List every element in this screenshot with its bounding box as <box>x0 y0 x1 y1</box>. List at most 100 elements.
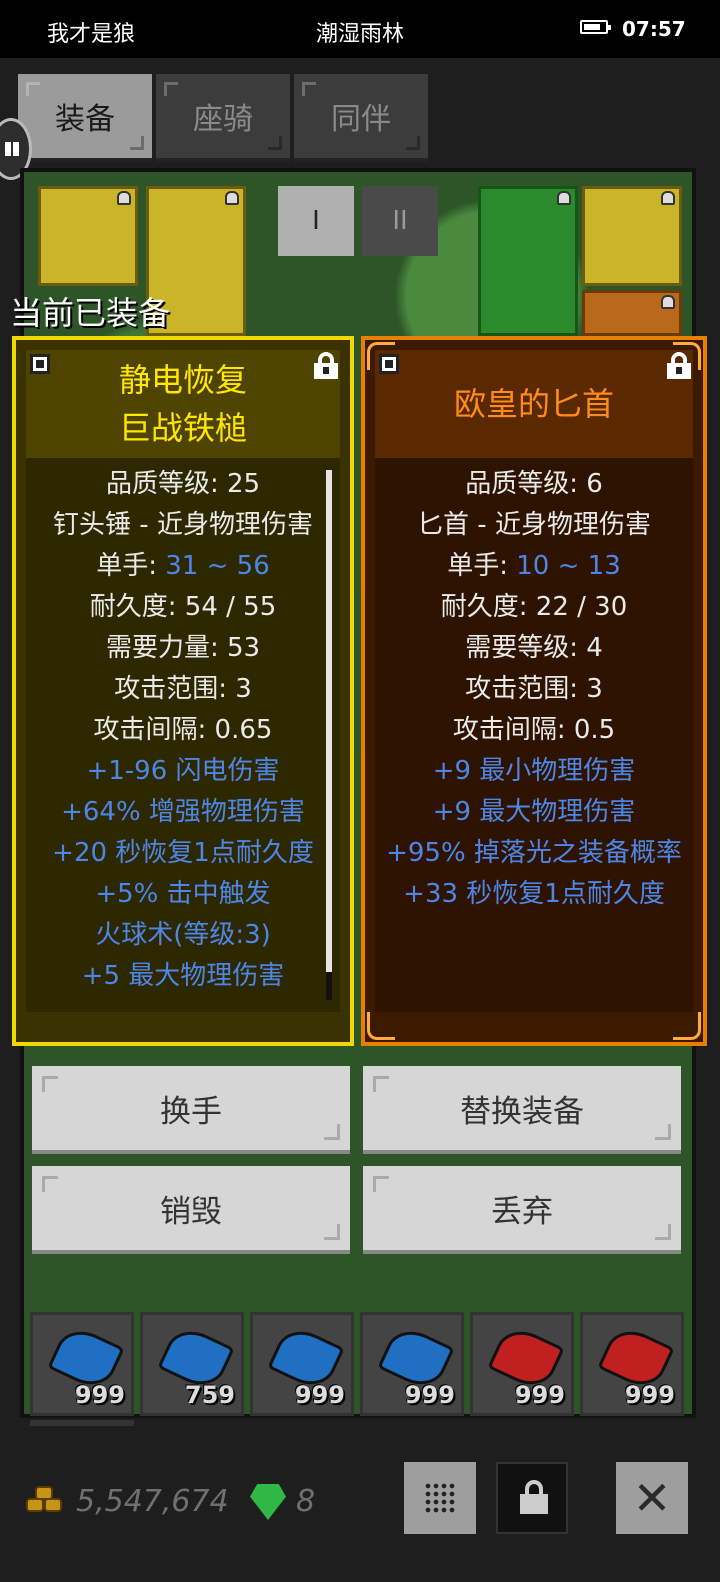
button-label: 丢弃 <box>491 1193 553 1230</box>
item-mod: +20 秒恢复1点耐久度 <box>52 838 314 868</box>
hand-label: 单手: <box>96 551 166 581</box>
gem-icon <box>250 1484 286 1520</box>
item-count: 999 <box>294 1381 345 1409</box>
grid-icon <box>424 1482 456 1514</box>
tab-equipment[interactable]: 装备 <box>18 74 152 162</box>
durability: 耐久度: 22 / 30 <box>440 592 628 622</box>
battery-icon <box>580 20 611 34</box>
item-mod: +5 最大物理伤害 <box>81 961 285 991</box>
item-stats: 品质等级: 25 钉头锤 - 近身物理伤害 单手: 31 ~ 56 耐久度: 5… <box>26 458 340 1012</box>
item-stats: 品质等级: 6 匕首 - 近身物理伤害 单手: 10 ~ 13 耐久度: 22 … <box>375 458 693 1012</box>
lock-mode-button[interactable] <box>496 1462 568 1534</box>
lock-icon <box>661 295 675 309</box>
item-mod: +33 秒恢复1点耐久度 <box>403 879 665 909</box>
selected-item-card: 欧皇的匕首 品质等级: 6 匕首 - 近身物理伤害 单手: 10 ~ 13 耐久… <box>361 336 707 1046</box>
lock-icon <box>520 1480 548 1516</box>
item-mod: +1-96 闪电伤害 <box>86 756 280 786</box>
item-name: 欧皇的匕首 <box>453 385 614 423</box>
attack-interval: 攻击间隔: 0.65 <box>93 715 273 745</box>
inventory-item[interactable]: 999 <box>470 1312 574 1416</box>
attack-range: 攻击范围: 3 <box>114 674 252 704</box>
close-button[interactable]: ✕ <box>616 1462 688 1534</box>
quality-level: 品质等级: 25 <box>105 469 261 499</box>
gold-coin-icon <box>26 1486 64 1516</box>
page-2-button[interactable]: II <box>362 186 438 256</box>
page-1-button[interactable]: I <box>278 186 354 256</box>
discard-button[interactable]: 丢弃 <box>363 1166 681 1254</box>
destroy-button[interactable]: 销毁 <box>32 1166 350 1254</box>
item-name-header: 欧皇的匕首 <box>375 350 693 458</box>
section-label: 当前已装备 <box>10 294 171 332</box>
item-count: 999 <box>514 1381 565 1409</box>
footer-bar: 5,547,674 8 ✕ <box>0 1430 720 1582</box>
gold-amount: 5,547,674 <box>76 1484 229 1519</box>
lock-icon <box>661 191 675 205</box>
hand-damage: 单手: 10 ~ 13 <box>375 546 693 587</box>
compare-toggle-icon[interactable] <box>30 354 50 374</box>
gem-amount: 8 <box>296 1484 316 1519</box>
hand-damage: 单手: 31 ~ 56 <box>26 546 340 587</box>
stats-scrollbar[interactable] <box>326 470 332 1000</box>
lock-icon[interactable] <box>667 352 691 380</box>
attack-range: 攻击范围: 3 <box>465 674 603 704</box>
tab-label: 装备 <box>55 102 115 137</box>
requirement: 需要等级: 4 <box>465 633 603 663</box>
lock-icon <box>557 191 571 205</box>
tab-companion[interactable]: 同伴 <box>294 74 428 162</box>
item-count: 999 <box>404 1381 455 1409</box>
swap-hand-button[interactable]: 换手 <box>32 1066 350 1154</box>
lock-icon[interactable] <box>314 352 338 380</box>
item-mod: +95% 掉落光之装备概率 <box>386 838 682 868</box>
item-count: 999 <box>74 1381 125 1409</box>
compare-toggle-icon[interactable] <box>379 354 399 374</box>
corner-ornament <box>367 1012 395 1040</box>
page-1-label: I <box>312 206 320 236</box>
item-count: 759 <box>184 1381 235 1409</box>
quality-level: 品质等级: 6 <box>465 469 603 499</box>
requirement: 需要力量: 53 <box>105 633 261 663</box>
item-name-header: 静电恢复 巨战铁槌 <box>26 350 340 458</box>
item-name-line1: 静电恢复 <box>118 361 247 399</box>
close-icon: ✕ <box>632 1471 672 1525</box>
inventory-screen: 装备 座骑 同伴 I II 999 759 999 999 999 999 当前… <box>0 58 720 1582</box>
damage-range: 10 ~ 13 <box>516 551 621 581</box>
item-mod: +5% 击中触发 <box>95 879 271 909</box>
tab-label: 同伴 <box>331 102 391 137</box>
item-name-line2: 巨战铁槌 <box>118 409 247 447</box>
lock-icon <box>117 191 131 205</box>
ring-slot[interactable] <box>582 290 682 336</box>
equipped-item-card: 静电恢复 巨战铁槌 品质等级: 25 钉头锤 - 近身物理伤害 单手: 31 ~… <box>12 336 354 1046</box>
helmet-slot[interactable] <box>38 186 138 286</box>
attack-interval: 攻击间隔: 0.5 <box>452 715 616 745</box>
item-mod: +9 最大物理伤害 <box>432 797 636 827</box>
item-mod: +9 最小物理伤害 <box>432 756 636 786</box>
status-bar: 我才是狼 潮湿雨林 07:57 <box>0 0 720 58</box>
amulet-slot[interactable] <box>582 186 682 286</box>
hand-label: 单手: <box>447 551 517 581</box>
inventory-item[interactable]: 759 <box>140 1312 244 1416</box>
durability: 耐久度: 54 / 55 <box>89 592 277 622</box>
button-label: 替换装备 <box>460 1093 584 1130</box>
tab-mount[interactable]: 座骑 <box>156 74 290 162</box>
inventory-item[interactable]: 999 <box>580 1312 684 1416</box>
item-mod: +64% 增强物理伤害 <box>61 797 305 827</box>
clock: 07:57 <box>622 17 686 41</box>
button-label: 换手 <box>160 1093 222 1130</box>
replace-equipment-button[interactable]: 替换装备 <box>363 1066 681 1154</box>
inventory-item[interactable]: 999 <box>360 1312 464 1416</box>
button-label: 销毁 <box>160 1193 222 1230</box>
grid-view-button[interactable] <box>404 1462 476 1534</box>
page-2-label: II <box>392 206 408 236</box>
item-type: 钉头锤 - 近身物理伤害 <box>53 510 313 540</box>
location-name: 潮湿雨林 <box>315 22 404 47</box>
inventory-item[interactable]: 999 <box>250 1312 354 1416</box>
inventory-row-partial <box>30 1420 134 1426</box>
lock-icon <box>225 191 239 205</box>
inventory-item[interactable]: 999 <box>30 1312 134 1416</box>
damage-range: 31 ~ 56 <box>165 551 270 581</box>
item-mod: 火球术(等级:3) <box>95 920 271 950</box>
corner-ornament <box>673 1012 701 1040</box>
item-type: 匕首 - 近身物理伤害 <box>417 510 651 540</box>
armor-slot[interactable] <box>478 186 578 336</box>
item-count: 999 <box>624 1381 675 1409</box>
